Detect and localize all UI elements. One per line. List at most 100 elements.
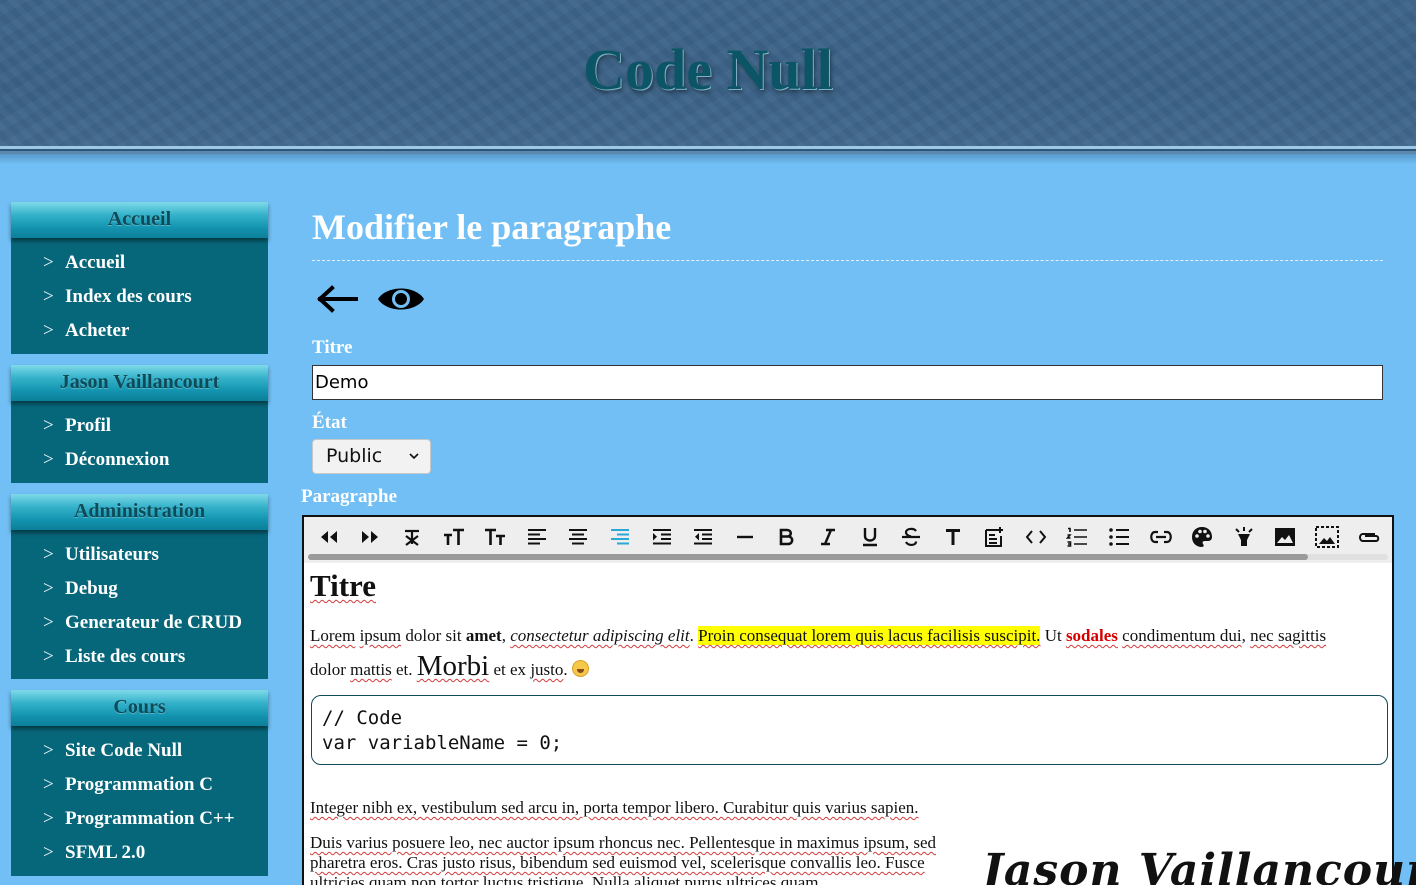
menu-item-liste-des-cours[interactable]: > Liste des cours <box>11 640 268 674</box>
rich-text-editor[interactable]: Titre Lorem ipsum dolor sit amet, consec… <box>302 515 1416 885</box>
chevron-down-icon <box>408 440 420 486</box>
menu-item-accueil[interactable]: > Accueil <box>11 246 268 280</box>
bold-icon[interactable] <box>766 523 808 551</box>
text: justo <box>530 660 564 679</box>
chevron-right-icon: > <box>43 415 54 436</box>
menu-item-programmation-cpp[interactable]: > Programmation C++ <box>11 802 268 836</box>
signature-image: Jason Vaillancourt <box>982 845 1416 885</box>
code-line: // Code <box>322 707 403 729</box>
text: , <box>501 626 511 645</box>
content-paragraph-3: Duis varius posuere leo, nec auctor ipsu… <box>310 833 937 885</box>
menu-item-deconnexion[interactable]: > Déconnexion <box>11 443 268 477</box>
highlighted-text: Proin consequat lorem quis lacus facilis… <box>698 626 1041 645</box>
chevron-right-icon: > <box>43 286 54 307</box>
text: . <box>689 626 699 645</box>
chevron-right-icon: > <box>43 544 54 565</box>
unordered-list-icon[interactable] <box>1098 523 1140 551</box>
outdent-icon[interactable] <box>682 523 724 551</box>
content-paragraph-1: Lorem ipsum dolor sit amet, consectetur … <box>310 620 1380 685</box>
editor-toolbar <box>304 517 1392 563</box>
menu-item-generateur-crud[interactable]: > Generateur de CRUD <box>11 606 268 640</box>
state-label: État <box>312 412 347 433</box>
menu-item-label: Profil <box>65 415 112 436</box>
menu-item-profil[interactable]: > Profil <box>11 409 268 443</box>
toolbar-scrollbar-thumb[interactable] <box>308 554 1308 560</box>
menu-item-index-des-cours[interactable]: > Index des cours <box>11 280 268 314</box>
italic-icon[interactable] <box>807 523 849 551</box>
note-add-icon[interactable] <box>974 523 1016 551</box>
site-title: Code Null <box>583 37 833 102</box>
back-arrow-icon[interactable] <box>316 280 358 318</box>
align-right-icon[interactable] <box>599 523 641 551</box>
text: condimentum dui <box>1122 626 1242 645</box>
italic-text: consectetur adipiscing elit <box>510 626 690 645</box>
menu-item-site-code-null[interactable]: > Site Code Null <box>11 734 268 768</box>
title-divider <box>312 260 1383 261</box>
code-line: var variableName = 0; <box>322 732 563 754</box>
menu-item-label: Déconnexion <box>65 449 170 470</box>
menu-item-debug[interactable]: > Debug <box>11 572 268 606</box>
clear-format-icon[interactable] <box>391 523 433 551</box>
code-icon[interactable] <box>1015 523 1057 551</box>
code-block: // Code var variableName = 0; <box>311 695 1388 765</box>
text: et ex <box>489 660 531 679</box>
chevron-right-icon: > <box>43 578 54 599</box>
smiley-emoji-icon <box>571 660 589 677</box>
menu-heading: Jason Vaillancourt <box>11 365 268 401</box>
header-shadow <box>0 154 1416 164</box>
undo-icon[interactable] <box>308 523 350 551</box>
text: et. <box>391 660 417 679</box>
image-icon[interactable] <box>1265 523 1307 551</box>
chevron-right-icon: > <box>43 320 54 341</box>
chevron-right-icon: > <box>43 808 54 829</box>
menu-item-label: Liste des cours <box>65 646 186 667</box>
redo-icon[interactable] <box>350 523 392 551</box>
bold-text: amet <box>465 626 502 645</box>
menu-item-label: Generateur de CRUD <box>65 612 242 633</box>
menu-item-label: Site Code Null <box>65 740 183 761</box>
font-size-decrease-icon[interactable] <box>474 523 516 551</box>
text: nec sagittis <box>1250 626 1327 645</box>
attach-icon[interactable] <box>1348 523 1390 551</box>
underline-icon[interactable] <box>849 523 891 551</box>
menu-item-label: SFML 2.0 <box>65 842 146 863</box>
menu-heading: Administration <box>11 494 268 530</box>
font-size-increase-icon[interactable] <box>433 523 475 551</box>
content-heading: Titre <box>310 568 377 603</box>
palette-icon[interactable] <box>1181 523 1223 551</box>
chevron-right-icon: > <box>43 252 54 273</box>
text: Ut <box>1040 626 1066 645</box>
strikethrough-icon[interactable] <box>890 523 932 551</box>
state-select-value: Public <box>326 445 383 467</box>
site-header: Code Null <box>0 0 1416 146</box>
chevron-right-icon: > <box>43 842 54 863</box>
content-paragraph-2: Integer nibh ex, vestibulum sed arcu in,… <box>310 798 919 817</box>
paragraph-label: Paragraphe <box>301 486 398 507</box>
state-select[interactable]: Public <box>312 439 431 474</box>
text-icon[interactable] <box>932 523 974 551</box>
menu-item-label: Index des cours <box>65 286 192 307</box>
title-label: Titre <box>312 337 353 358</box>
text: dolor sit <box>401 626 466 645</box>
menu-item-utilisateurs[interactable]: > Utilisateurs <box>11 538 268 572</box>
indent-icon[interactable] <box>641 523 683 551</box>
menu-item-label: Utilisateurs <box>65 544 159 565</box>
menu-item-acheter[interactable]: > Acheter <box>11 314 268 348</box>
image-frame-icon[interactable] <box>1306 523 1348 551</box>
text: . <box>563 660 572 679</box>
eye-icon[interactable] <box>377 280 425 318</box>
title-input[interactable]: Demo <box>312 365 1383 400</box>
ordered-list-icon[interactable] <box>1057 523 1099 551</box>
menu-item-label: Programmation C <box>65 774 213 795</box>
align-left-icon[interactable] <box>516 523 558 551</box>
menu-item-sfml[interactable]: > SFML 2.0 <box>11 836 268 870</box>
menu-item-label: Debug <box>65 578 118 599</box>
menu-item-label: Programmation C++ <box>65 808 235 829</box>
menu-item-programmation-c[interactable]: > Programmation C <box>11 768 268 802</box>
highlight-icon[interactable] <box>1223 523 1265 551</box>
link-icon[interactable] <box>1140 523 1182 551</box>
large-text: Morbi <box>416 650 490 682</box>
align-center-icon[interactable] <box>558 523 600 551</box>
horizontal-rule-icon[interactable] <box>724 523 766 551</box>
chevron-right-icon: > <box>43 740 54 761</box>
